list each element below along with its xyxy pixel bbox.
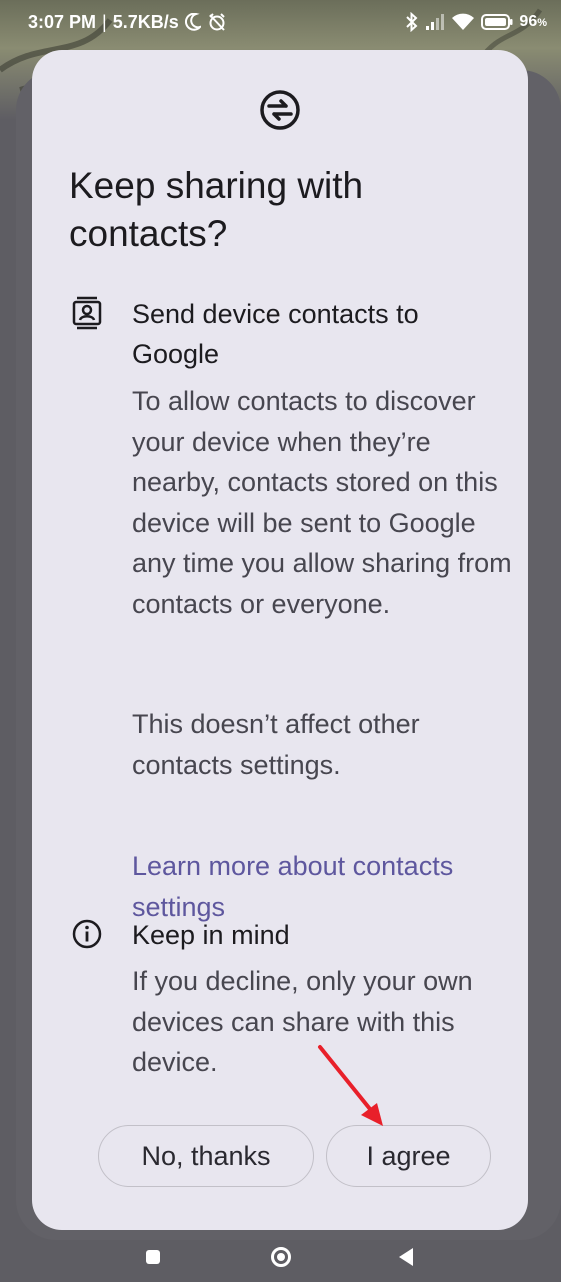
status-bar: 3:07 PM | 5.7KB/s 96% <box>0 0 561 44</box>
battery-percent: 96% <box>519 13 547 30</box>
status-separator: | <box>102 11 107 32</box>
battery-icon <box>481 13 513 31</box>
nearby-share-icon <box>260 90 300 130</box>
i-agree-button[interactable]: I agree <box>326 1125 491 1187</box>
section-heading-send-contacts: Send device contacts to Google <box>132 299 419 369</box>
contact-card-icon <box>72 296 102 330</box>
status-network-speed: 5.7KB/s <box>112 11 179 32</box>
wifi-icon <box>451 13 475 31</box>
signal-icon <box>425 13 445 31</box>
section-body-keep-in-mind: If you decline, only your own devices ca… <box>132 966 473 1077</box>
info-icon <box>72 919 102 949</box>
no-thanks-button[interactable]: No, thanks <box>98 1125 314 1187</box>
home-circle-icon[interactable] <box>271 1247 291 1267</box>
moon-icon <box>184 13 201 31</box>
back-triangle-icon[interactable] <box>398 1247 414 1267</box>
section-body-send-contacts: To allow contacts to discover your devic… <box>132 386 512 619</box>
section-heading-keep-in-mind: Keep in mind <box>132 920 290 950</box>
alarm-off-icon <box>207 12 227 32</box>
section-note-send-contacts: This doesn’t affect other contacts setti… <box>132 709 420 780</box>
bluetooth-icon <box>405 12 419 32</box>
recents-square-icon[interactable] <box>146 1250 160 1264</box>
dialog-title: Keep sharing with contacts? <box>69 165 364 254</box>
consent-dialog: Keep sharing with contacts? Send device … <box>32 50 528 1230</box>
status-time: 3:07 PM <box>28 11 97 32</box>
